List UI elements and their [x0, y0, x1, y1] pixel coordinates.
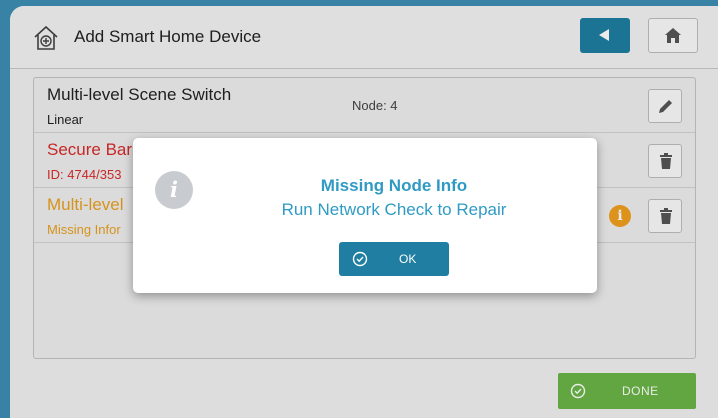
- check-circle-icon: [352, 251, 368, 267]
- dialog-message: Run Network Check to Repair: [281, 200, 507, 219]
- ok-button[interactable]: OK: [339, 242, 449, 276]
- missing-node-dialog: i Missing Node Info Run Network Check to…: [133, 138, 597, 293]
- ok-label: OK: [399, 252, 417, 266]
- dialog-title: Missing Node Info: [320, 176, 468, 195]
